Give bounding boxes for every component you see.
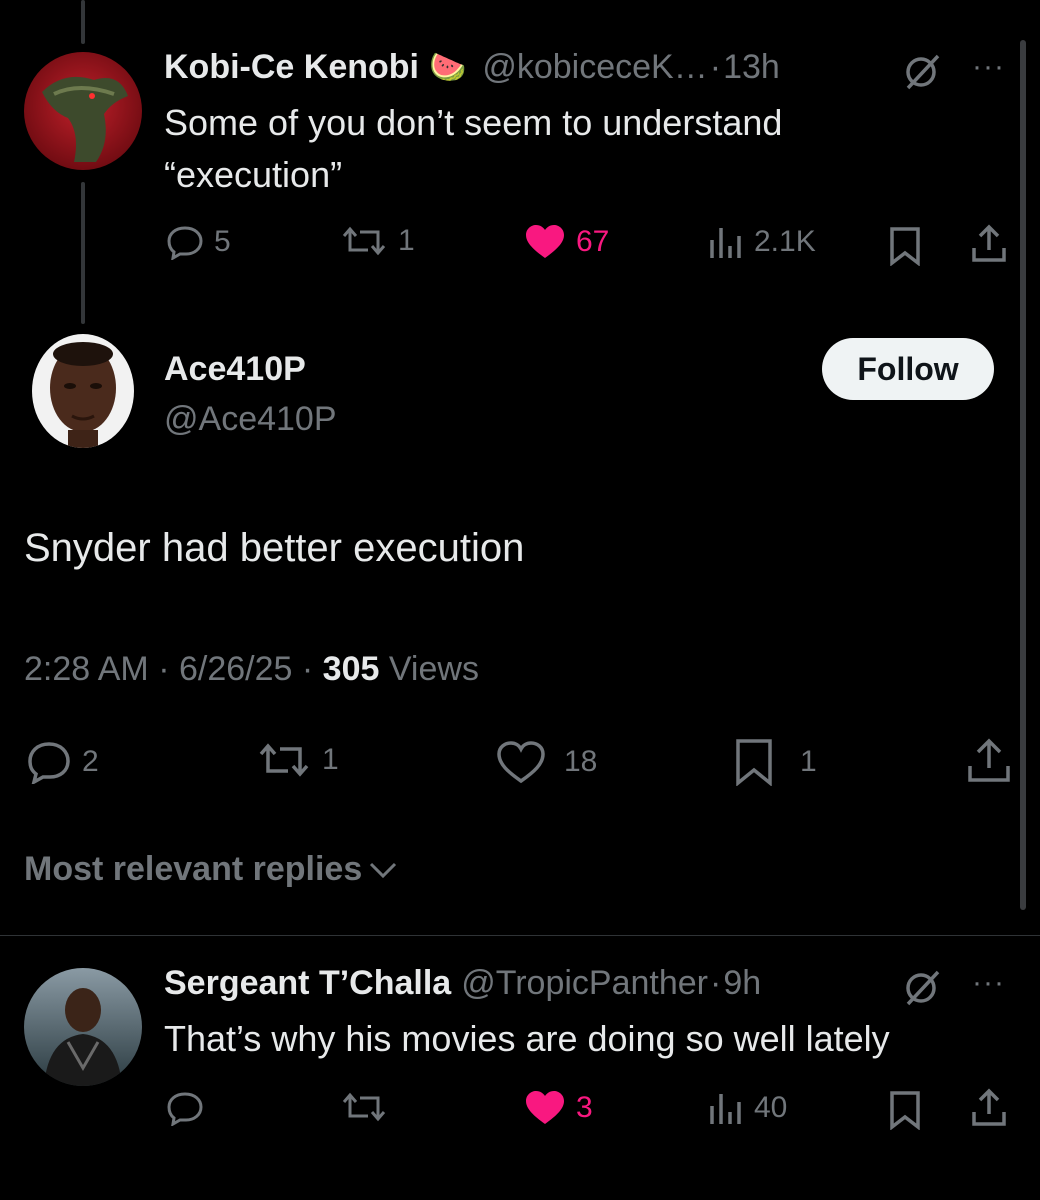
like-icon bbox=[524, 1090, 566, 1126]
grok-icon[interactable] bbox=[902, 52, 942, 97]
tweet-meta: 2:28 AM · 6/26/25 · 305 Views bbox=[24, 650, 479, 689]
watermelon-emoji: 🍉 bbox=[428, 51, 467, 84]
share-button[interactable] bbox=[970, 224, 1008, 264]
main-author-handle[interactable]: @Ace410P bbox=[164, 400, 337, 439]
more-icon[interactable]: ··· bbox=[972, 966, 1005, 1000]
views-count: 305 bbox=[322, 650, 380, 688]
reply-icon bbox=[166, 224, 204, 260]
bookmark-icon bbox=[888, 226, 922, 266]
chevron-down-icon bbox=[368, 850, 398, 889]
replies-sort-dropdown[interactable]: Most relevant replies bbox=[24, 850, 398, 889]
share-icon bbox=[970, 1088, 1008, 1128]
bookmark-icon bbox=[734, 738, 774, 786]
reply-icon bbox=[166, 1090, 204, 1126]
repost-count: 1 bbox=[398, 224, 415, 257]
reply-button[interactable] bbox=[166, 1090, 204, 1126]
reply-text: That’s why his movies are doing so well … bbox=[164, 1018, 890, 1059]
views-label[interactable]: Views bbox=[389, 650, 479, 688]
parent-text-line2: “execution” bbox=[164, 154, 343, 195]
bookmark-button[interactable] bbox=[888, 1090, 922, 1130]
share-icon bbox=[966, 738, 1012, 784]
repost-count: 1 bbox=[322, 743, 339, 776]
repost-icon bbox=[340, 224, 388, 258]
reply-icon bbox=[26, 740, 72, 784]
views-count: 2.1K bbox=[754, 225, 816, 258]
like-icon bbox=[496, 740, 546, 784]
bookmark-count: 1 bbox=[800, 745, 817, 778]
share-button[interactable] bbox=[966, 738, 1012, 784]
grok-icon[interactable] bbox=[902, 968, 942, 1013]
reply-author-handle[interactable]: @TropicPanther bbox=[461, 964, 708, 1003]
thread-line bbox=[81, 182, 85, 324]
views-button[interactable]: 2.1K bbox=[708, 224, 816, 260]
like-count: 67 bbox=[576, 225, 610, 258]
repost-button[interactable] bbox=[340, 1090, 388, 1124]
reply-button[interactable]: 5 bbox=[166, 224, 231, 260]
author-name[interactable]: Kobi-Ce Kenobi bbox=[164, 48, 419, 87]
tweet-timestamp[interactable]: 2:28 AM bbox=[24, 650, 149, 688]
like-count: 3 bbox=[576, 1091, 593, 1124]
bookmark-icon bbox=[888, 1090, 922, 1130]
repost-icon bbox=[256, 740, 312, 780]
thread-line-top bbox=[81, 0, 85, 44]
repost-button[interactable]: 1 bbox=[340, 224, 415, 258]
bookmark-button[interactable] bbox=[888, 226, 922, 266]
reply-author-name[interactable]: Sergeant T’Challa bbox=[164, 964, 451, 1003]
avatar-ace[interactable] bbox=[32, 334, 134, 448]
separator-dot: · bbox=[710, 964, 722, 1002]
section-divider bbox=[0, 935, 1040, 936]
reply-count: 2 bbox=[82, 745, 99, 778]
separator-dot: · bbox=[709, 48, 722, 86]
parent-header: Kobi-Ce Kenobi 🍉 @kobiceceK… · 13h bbox=[164, 48, 780, 87]
like-icon bbox=[524, 224, 566, 260]
reply-count: 5 bbox=[214, 225, 231, 258]
separator-dot: · bbox=[158, 650, 170, 688]
reply-header: Sergeant T’Challa @TropicPanther · 9h bbox=[164, 964, 761, 1003]
main-tweet-text: Snyder had better execution bbox=[24, 526, 525, 570]
main-author-name[interactable]: Ace410P bbox=[164, 350, 306, 389]
tweet-date[interactable]: 6/26/25 bbox=[179, 650, 292, 688]
parent-text-line1: Some of you don’t seem to understand bbox=[164, 102, 783, 143]
tweet-time[interactable]: 13h bbox=[723, 48, 780, 87]
like-count: 18 bbox=[564, 745, 598, 778]
avatar-tchalla[interactable] bbox=[24, 968, 142, 1086]
views-count: 40 bbox=[754, 1091, 788, 1124]
views-icon bbox=[708, 1090, 744, 1126]
reply-button[interactable]: 2 bbox=[26, 740, 99, 784]
avatar-kobi[interactable] bbox=[24, 52, 142, 170]
like-button[interactable]: 3 bbox=[524, 1090, 593, 1126]
bookmark-button[interactable]: 1 bbox=[734, 738, 817, 786]
share-icon bbox=[970, 224, 1008, 264]
repost-icon bbox=[340, 1090, 388, 1124]
share-button[interactable] bbox=[970, 1088, 1008, 1128]
scrollbar[interactable] bbox=[1020, 40, 1026, 910]
more-icon[interactable]: ··· bbox=[972, 50, 1005, 84]
separator-dot: · bbox=[301, 650, 314, 688]
author-handle[interactable]: @kobiceceK… bbox=[482, 48, 707, 87]
follow-button[interactable]: Follow bbox=[822, 338, 994, 400]
sort-label: Most relevant replies bbox=[24, 850, 363, 888]
like-button[interactable]: 67 bbox=[524, 224, 609, 260]
views-button[interactable]: 40 bbox=[708, 1090, 787, 1126]
like-button[interactable]: 18 bbox=[496, 740, 597, 784]
reply-time[interactable]: 9h bbox=[723, 964, 761, 1003]
views-icon bbox=[708, 224, 744, 260]
repost-button[interactable]: 1 bbox=[256, 740, 339, 780]
